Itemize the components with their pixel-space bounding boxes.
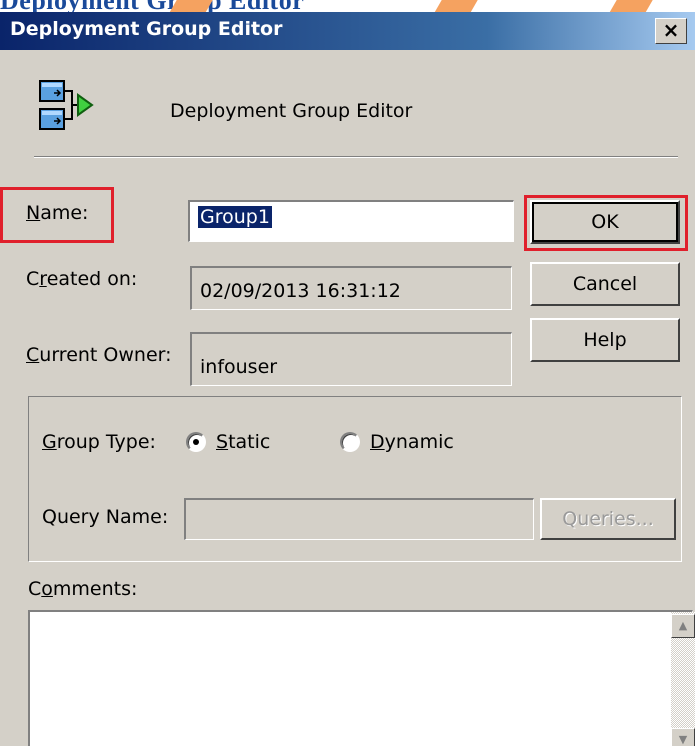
current-owner-field: infouser <box>190 332 512 386</box>
queries-button[interactable]: Queries... <box>540 498 676 540</box>
deployment-group-icon <box>38 77 96 137</box>
comments-textarea[interactable]: ▲ ▼ <box>28 610 695 746</box>
current-owner-value: infouser <box>200 356 278 378</box>
name-input[interactable]: Group1 <box>188 200 514 242</box>
query-name-label: Query Name: <box>42 506 168 528</box>
current-owner-label: Current Owner: <box>26 344 172 366</box>
radio-dynamic-label[interactable]: Dynamic <box>370 431 454 453</box>
page-fragment-text: Deployment Group Editor <box>0 0 304 12</box>
close-icon: × <box>662 18 680 42</box>
radio-dynamic[interactable] <box>340 432 360 452</box>
created-on-value: 02/09/2013 16:31:12 <box>200 280 401 302</box>
decorative-shape <box>609 0 657 12</box>
query-name-label-text: Query Name: <box>42 506 169 528</box>
background-page-fragment: Deployment Group Editor <box>0 0 695 12</box>
query-name-input <box>184 498 534 540</box>
scroll-up-arrow-icon[interactable]: ▲ <box>671 614 695 638</box>
comments-scrollbar[interactable]: ▲ ▼ <box>671 612 695 746</box>
decorative-shape <box>434 0 482 12</box>
radio-selected-dot <box>193 439 199 445</box>
deployment-group-editor-dialog: Deployment Group Editor × Deployment Gro… <box>0 12 695 746</box>
comments-label: Comments: <box>28 578 138 600</box>
header-title: Deployment Group Editor <box>170 100 413 122</box>
ok-button[interactable]: OK <box>530 200 680 244</box>
created-on-field: 02/09/2013 16:31:12 <box>190 266 512 310</box>
cancel-button[interactable]: Cancel <box>530 262 680 306</box>
window-title: Deployment Group Editor <box>10 18 283 40</box>
help-button[interactable]: Help <box>530 318 680 362</box>
name-label-rest: ame: <box>40 202 89 224</box>
title-bar[interactable]: Deployment Group Editor × <box>0 12 695 50</box>
created-on-label: Created on: <box>26 268 138 290</box>
radio-static[interactable] <box>186 432 206 452</box>
header-divider <box>34 156 678 158</box>
close-button[interactable]: × <box>655 18 687 44</box>
group-type-label: Group Type: <box>42 431 156 453</box>
name-input-value: Group1 <box>198 206 272 228</box>
scroll-down-arrow-icon[interactable]: ▼ <box>671 728 695 746</box>
radio-static-label[interactable]: Static <box>216 431 270 453</box>
name-label: Name: <box>26 202 89 224</box>
